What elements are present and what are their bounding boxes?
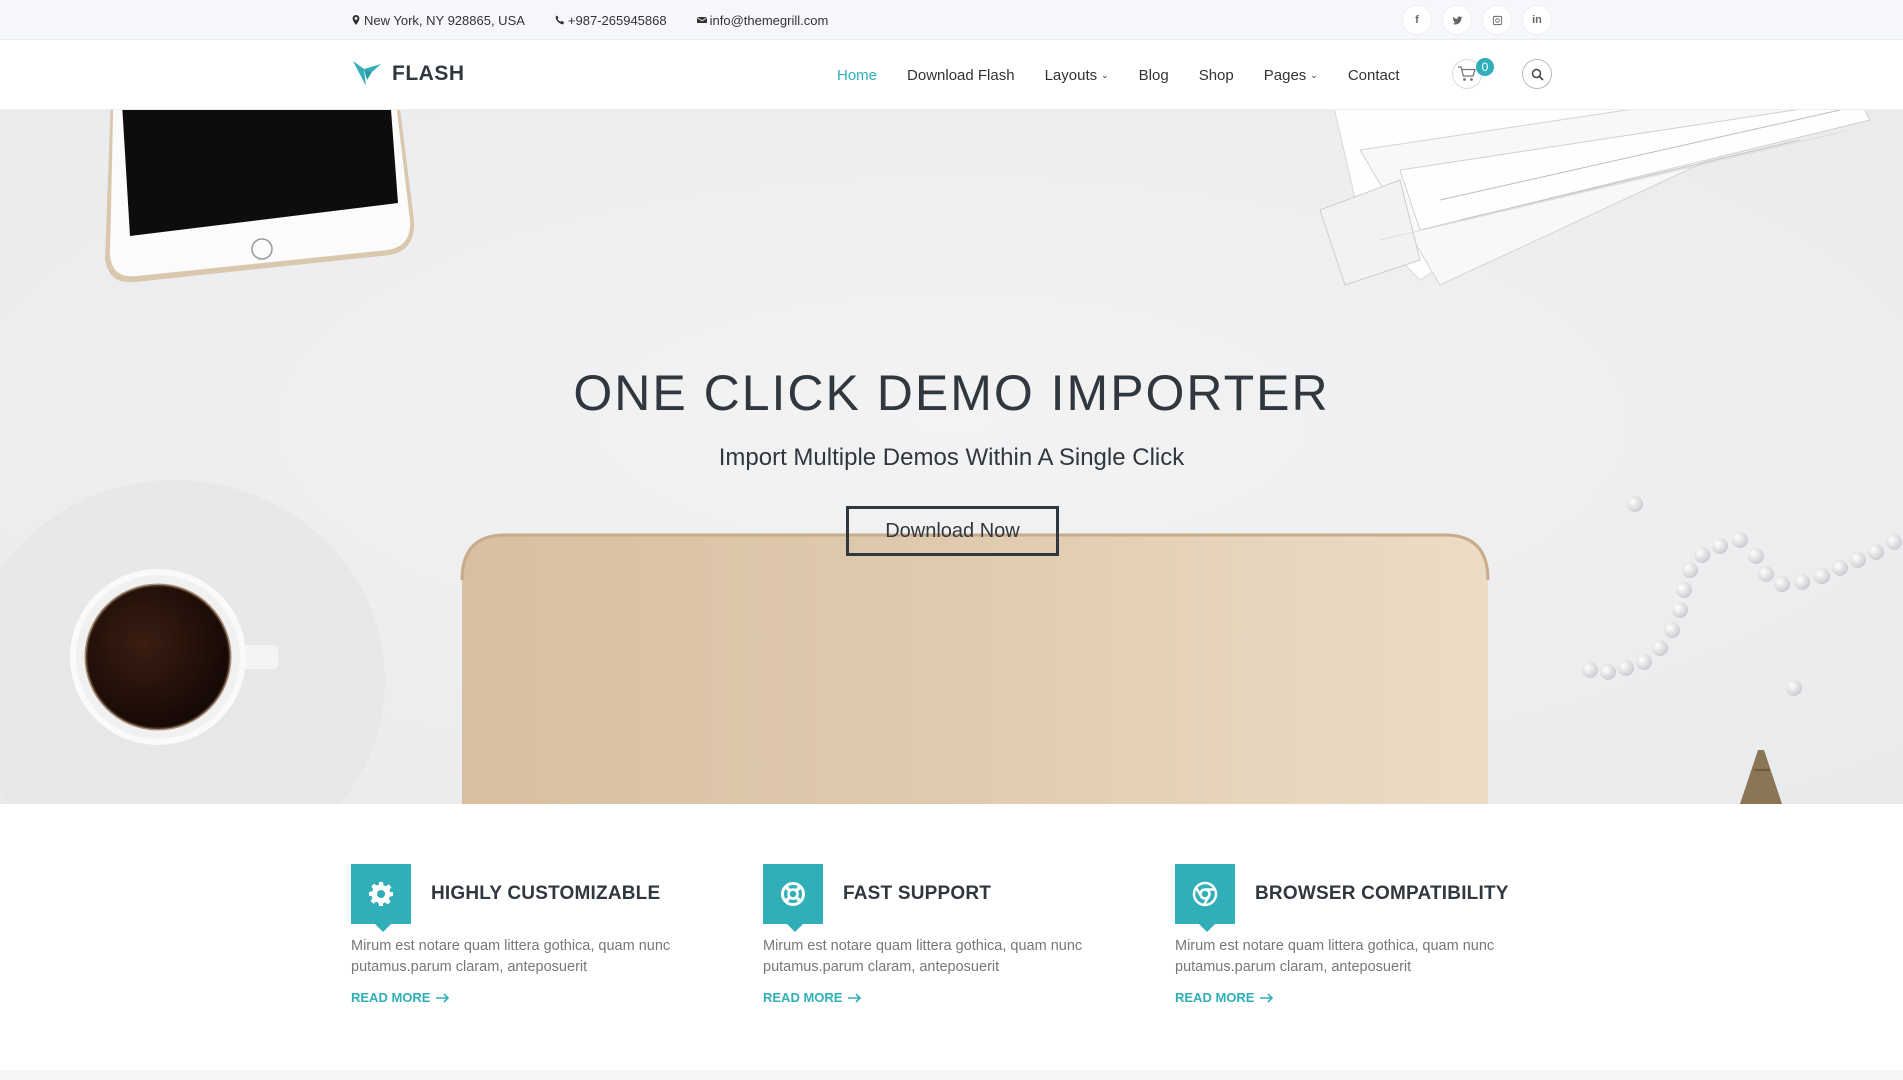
read-more-link[interactable]: READ MORE	[763, 990, 862, 1005]
social-links: f in	[1402, 5, 1552, 35]
chevron-down-icon: ⌄	[1310, 69, 1318, 80]
address-text: New York, NY 928865, USA	[364, 12, 525, 28]
envelope-icon	[696, 17, 707, 23]
cart-count-badge: 0	[1476, 58, 1494, 76]
read-more-link[interactable]: READ MORE	[351, 990, 450, 1005]
address-item: New York, NY 928865, USA	[351, 13, 525, 28]
read-more-label: READ MORE	[763, 990, 843, 1005]
gear-icon	[369, 882, 393, 906]
life-ring-icon	[781, 882, 805, 906]
feature-icon-box	[763, 864, 823, 932]
nav-blog[interactable]: Blog	[1139, 67, 1169, 84]
arrow-right-icon	[436, 992, 450, 1003]
instagram-icon[interactable]	[1482, 5, 1512, 35]
nav-shop[interactable]: Shop	[1199, 67, 1234, 84]
feature-description: Mirum est notare quam littera gothica, q…	[351, 938, 671, 975]
logo-text: FLASH	[392, 62, 465, 85]
email-item[interactable]: info@themegrill.com	[696, 13, 829, 28]
chevron-down-icon: ⌄	[1101, 69, 1109, 80]
twitter-icon[interactable]	[1442, 5, 1472, 35]
chrome-icon	[1192, 881, 1218, 907]
download-now-button[interactable]: Download Now	[846, 506, 1059, 556]
tablet-image	[105, 110, 415, 283]
instagram-camera-icon	[1492, 15, 1502, 25]
nav-pages-label: Pages	[1263, 66, 1307, 84]
email-link[interactable]: info@themegrill.com	[710, 13, 829, 28]
feature-description: Mirum est notare quam littera gothica, q…	[763, 938, 1083, 975]
nav-layouts-label: Layouts	[1044, 66, 1098, 84]
read-more-label: READ MORE	[351, 990, 431, 1005]
nav-contact[interactable]: Contact	[1348, 67, 1400, 84]
phone-text: +987-265945868	[567, 12, 667, 28]
hero-slider: ONE CLICK DEMO IMPORTER Import Multiple …	[0, 110, 1903, 804]
nav-shop-label: Shop	[1198, 66, 1234, 84]
facebook-glyph: f	[1415, 14, 1419, 26]
phone-icon	[555, 15, 564, 25]
next-section-edge	[0, 1070, 1903, 1080]
nav-layouts[interactable]: Layouts ⌄	[1045, 67, 1109, 84]
nav-download-flash[interactable]: Download Flash	[907, 67, 1015, 84]
nav-pages[interactable]: Pages ⌄	[1264, 67, 1318, 84]
linkedin-glyph: in	[1532, 14, 1542, 26]
cart-icon	[1458, 66, 1476, 81]
facebook-icon[interactable]: f	[1402, 5, 1432, 35]
laptop-image	[460, 533, 1490, 804]
feature-title: FAST SUPPORT	[843, 883, 992, 904]
map-marker-icon	[352, 15, 360, 25]
feature-title: HIGHLY CUSTOMIZABLE	[431, 883, 661, 904]
top-bar: New York, NY 928865, USA +987-265945868 …	[0, 0, 1903, 40]
arrow-right-icon	[848, 992, 862, 1003]
feature-card: BROWSER COMPATIBILITY Mirum est notare q…	[1175, 864, 1555, 1007]
features-section: HIGHLY CUSTOMIZABLE Mirum est notare qua…	[0, 804, 1903, 1070]
feature-card: FAST SUPPORT Mirum est notare quam litte…	[763, 864, 1143, 1007]
arrow-right-icon	[1260, 992, 1274, 1003]
feature-title: BROWSER COMPATIBILITY	[1255, 883, 1509, 904]
feature-header: BROWSER COMPATIBILITY	[1175, 864, 1555, 932]
nav-home-label: Home	[837, 66, 878, 84]
hero-subtitle: Import Multiple Demos Within A Single Cl…	[718, 444, 1185, 471]
feature-icon-box	[351, 864, 411, 932]
linkedin-icon[interactable]: in	[1522, 5, 1552, 35]
search-icon	[1531, 68, 1544, 81]
nav-contact-label: Contact	[1347, 66, 1400, 84]
read-more-link[interactable]: READ MORE	[1175, 990, 1274, 1005]
search-button[interactable]	[1522, 59, 1552, 89]
twitter-bird-icon	[1451, 15, 1463, 24]
main-nav: Home Download Flash Layouts ⌄ Blog Shop P…	[837, 40, 1430, 110]
nav-home[interactable]: Home	[837, 67, 877, 84]
feature-header: HIGHLY CUSTOMIZABLE	[351, 864, 731, 932]
feature-header: FAST SUPPORT	[763, 864, 1143, 932]
site-logo[interactable]: FLASH	[352, 58, 465, 90]
phone-item: +987-265945868	[555, 13, 667, 28]
site-header: FLASH Home Download Flash Layouts ⌄ Blog …	[0, 40, 1903, 110]
nav-download-flash-label: Download Flash	[907, 66, 1015, 84]
hero-title: ONE CLICK DEMO IMPORTER	[573, 365, 1330, 421]
feature-icon-box	[1175, 864, 1235, 932]
bird-logo-icon	[353, 61, 381, 86]
feature-description: Mirum est notare quam littera gothica, q…	[1175, 938, 1495, 975]
contact-info: New York, NY 928865, USA +987-265945868 …	[351, 0, 828, 40]
nav-blog-label: Blog	[1138, 66, 1169, 84]
read-more-label: READ MORE	[1175, 990, 1255, 1005]
feature-card: HIGHLY CUSTOMIZABLE Mirum est notare qua…	[351, 864, 731, 1007]
